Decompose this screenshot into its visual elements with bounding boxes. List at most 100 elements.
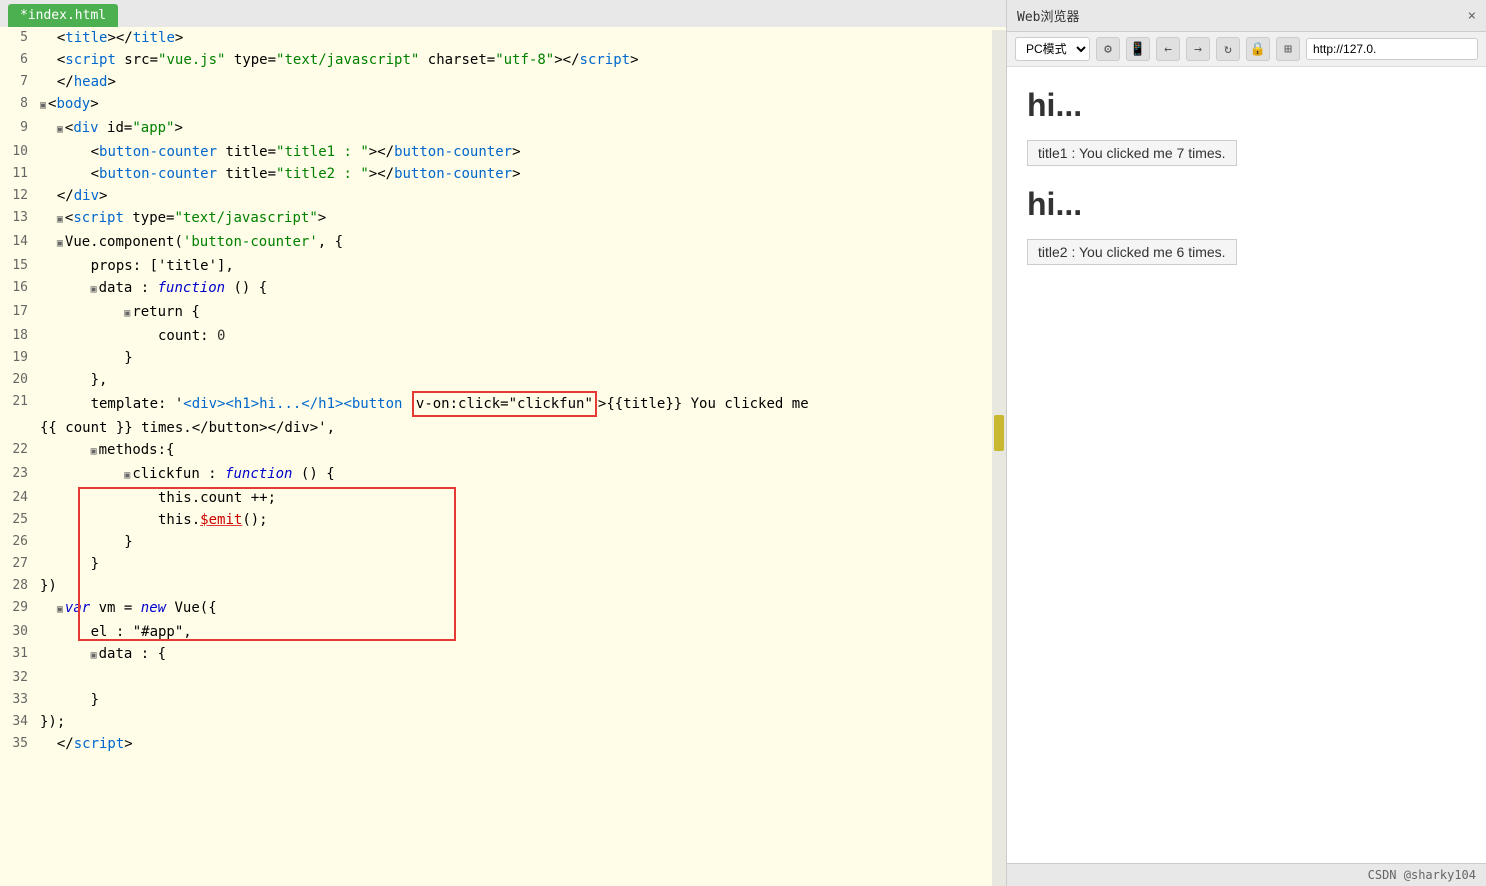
line-number: 13 bbox=[0, 207, 36, 229]
editor-scrollbar[interactable] bbox=[992, 30, 1006, 886]
browser-content: hi... title1 : You clicked me 7 times. h… bbox=[1007, 67, 1486, 863]
line-number: 29 bbox=[0, 597, 36, 619]
line-number: 16 bbox=[0, 277, 36, 299]
line-content: ▣data : { bbox=[36, 643, 1006, 667]
line-number: 30 bbox=[0, 621, 36, 643]
editor-panel: *index.html 5 <title></title> 6 <script … bbox=[0, 0, 1006, 886]
code-line: 27 } bbox=[0, 553, 1006, 575]
settings-button[interactable]: ⚙ bbox=[1096, 37, 1120, 61]
line-number: 31 bbox=[0, 643, 36, 665]
code-line: 35 </script> bbox=[0, 733, 1006, 755]
line-content: ▣clickfun : function () { bbox=[36, 463, 1006, 487]
code-line: 22 ▣methods:{ bbox=[0, 439, 1006, 463]
preview-button-1[interactable]: title1 : You clicked me 7 times. bbox=[1027, 140, 1237, 166]
code-line: 5 <title></title> bbox=[0, 27, 1006, 49]
code-line: 15 props: ['title'], bbox=[0, 255, 1006, 277]
code-line: 8 ▣<body> bbox=[0, 93, 1006, 117]
code-line: 31 ▣data : { bbox=[0, 643, 1006, 667]
csdn-footer-text: CSDN @sharky104 bbox=[1368, 868, 1476, 882]
line-number: 19 bbox=[0, 347, 36, 369]
line-number: 32 bbox=[0, 667, 36, 689]
code-line: 28 }) bbox=[0, 575, 1006, 597]
forward-button[interactable]: → bbox=[1186, 37, 1210, 61]
mobile-button[interactable]: 📱 bbox=[1126, 37, 1150, 61]
line-content: ▣<div id="app"> bbox=[36, 117, 1006, 141]
address-bar[interactable] bbox=[1306, 38, 1478, 60]
line-content: }) bbox=[36, 575, 1006, 597]
line-number: 33 bbox=[0, 689, 36, 711]
line-number: 7 bbox=[0, 71, 36, 93]
line-number: 10 bbox=[0, 141, 36, 163]
code-line: 17 ▣return { bbox=[0, 301, 1006, 325]
line-number: 21 bbox=[0, 391, 36, 413]
line-content-template: template: '<div><h1>hi...</h1><button v-… bbox=[36, 391, 1006, 417]
line-content: ▣data : function () { bbox=[36, 277, 1006, 301]
code-line: 9 ▣<div id="app"> bbox=[0, 117, 1006, 141]
line-number: 11 bbox=[0, 163, 36, 185]
scroll-thumb[interactable] bbox=[994, 415, 1004, 451]
line-content: ▣<body> bbox=[36, 93, 1006, 117]
code-line: 7 </head> bbox=[0, 71, 1006, 93]
csdn-footer: CSDN @sharky104 bbox=[1007, 863, 1486, 886]
line-content: ▣var vm = new Vue({ bbox=[36, 597, 1006, 621]
line-number: 18 bbox=[0, 325, 36, 347]
line-content: }, bbox=[36, 369, 1006, 391]
line-number: 34 bbox=[0, 711, 36, 733]
line-number: 5 bbox=[0, 27, 36, 49]
code-line: 10 <button-counter title="title1 : "></b… bbox=[0, 141, 1006, 163]
line-content: } bbox=[36, 347, 1006, 369]
line-number: 22 bbox=[0, 439, 36, 461]
line-content: <title></title> bbox=[36, 27, 1006, 49]
line-continuation: {{ count }} times.</button></div>', bbox=[0, 417, 1006, 439]
browser-close-icon[interactable]: × bbox=[1468, 8, 1476, 24]
line-content: el : "#app", bbox=[36, 621, 1006, 643]
code-line: 14 ▣Vue.component('button-counter', { bbox=[0, 231, 1006, 255]
code-line: 32 bbox=[0, 667, 1006, 689]
line-content: }); bbox=[36, 711, 1006, 733]
line-content: this.count ++; bbox=[36, 487, 1006, 509]
line-content: <button-counter title="title2 : "></butt… bbox=[36, 163, 1006, 185]
code-line: 18 count: 0 bbox=[0, 325, 1006, 347]
line-number: 20 bbox=[0, 369, 36, 391]
code-line: 34 }); bbox=[0, 711, 1006, 733]
code-line: 29 ▣var vm = new Vue({ bbox=[0, 597, 1006, 621]
line-content: </script> bbox=[36, 733, 1006, 755]
line-content: this.$emit(); bbox=[36, 509, 1006, 531]
line-number: 14 bbox=[0, 231, 36, 253]
line-number: 28 bbox=[0, 575, 36, 597]
refresh-button[interactable]: ↻ bbox=[1216, 37, 1240, 61]
line-content: props: ['title'], bbox=[36, 255, 1006, 277]
browser-tab-title: Web浏览器 bbox=[1017, 6, 1079, 25]
line-content: } bbox=[36, 531, 1006, 553]
line-content: } bbox=[36, 553, 1006, 575]
line-content: ▣Vue.component('button-counter', { bbox=[36, 231, 1006, 255]
line-number: 23 bbox=[0, 463, 36, 485]
back-button[interactable]: ← bbox=[1156, 37, 1180, 61]
line-number: 27 bbox=[0, 553, 36, 575]
line-number: 12 bbox=[0, 185, 36, 207]
line-number: 6 bbox=[0, 49, 36, 71]
line-number: 15 bbox=[0, 255, 36, 277]
lock-button[interactable]: 🔒 bbox=[1246, 37, 1270, 61]
line-content: </div> bbox=[36, 185, 1006, 207]
browser-toolbar: PC模式 ⚙ 📱 ← → ↻ 🔒 ⊞ bbox=[1007, 32, 1486, 67]
code-line: 13 ▣<script type="text/javascript"> bbox=[0, 207, 1006, 231]
code-line: 20 }, bbox=[0, 369, 1006, 391]
browser-mode-select[interactable]: PC模式 bbox=[1015, 37, 1090, 61]
browser-panel: Web浏览器 × PC模式 ⚙ 📱 ← → ↻ 🔒 ⊞ hi... title1… bbox=[1006, 0, 1486, 886]
code-line: 11 <button-counter title="title2 : "></b… bbox=[0, 163, 1006, 185]
line-number: 25 bbox=[0, 509, 36, 531]
code-line: 16 ▣data : function () { bbox=[0, 277, 1006, 301]
line-number: 9 bbox=[0, 117, 36, 139]
code-line: 26 } bbox=[0, 531, 1006, 553]
line-content: ▣return { bbox=[36, 301, 1006, 325]
line-number: 17 bbox=[0, 301, 36, 323]
preview-button-2[interactable]: title2 : You clicked me 6 times. bbox=[1027, 239, 1237, 265]
line-number: 24 bbox=[0, 487, 36, 509]
editor-tab[interactable]: *index.html bbox=[8, 4, 118, 27]
line-content: <script src="vue.js" type="text/javascri… bbox=[36, 49, 1006, 71]
line-content: </head> bbox=[36, 71, 1006, 93]
grid-button[interactable]: ⊞ bbox=[1276, 37, 1300, 61]
preview-section-1: hi... title1 : You clicked me 7 times. bbox=[1027, 87, 1466, 166]
line-content: count: 0 bbox=[36, 325, 1006, 347]
